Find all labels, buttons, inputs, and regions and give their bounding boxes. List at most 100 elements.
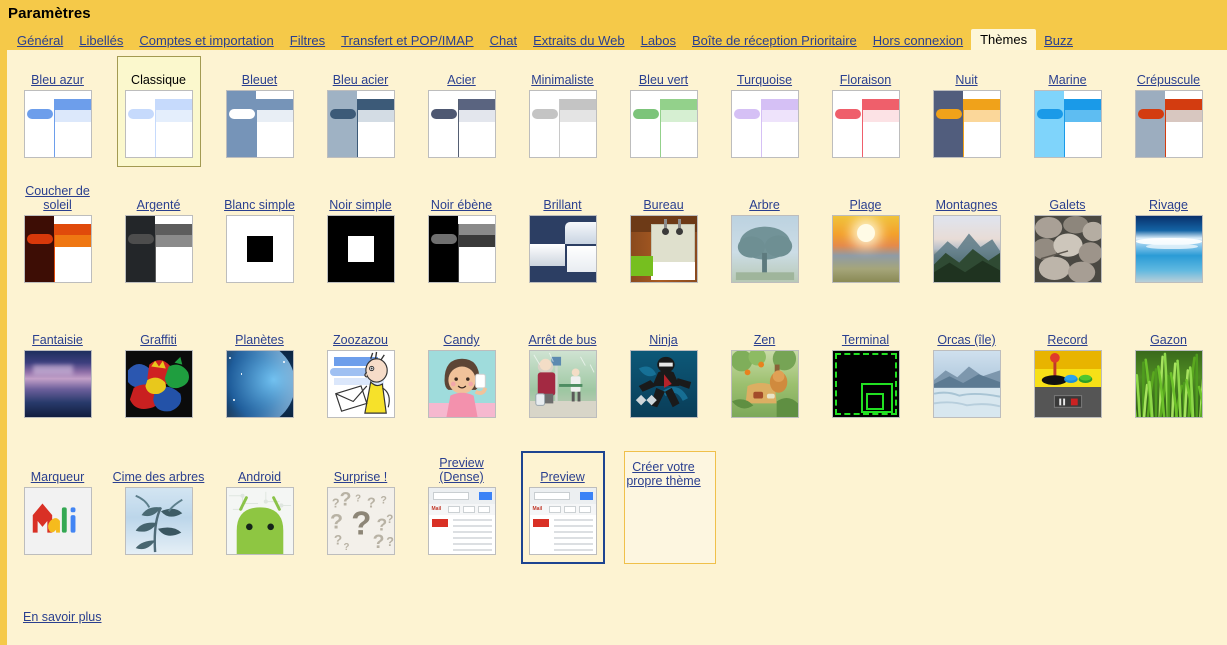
tab-g-n-ral[interactable]: Général [9,31,71,51]
theme-label[interactable]: Floraison [840,73,891,87]
theme-label[interactable]: Rivage [1149,198,1188,212]
theme-tile-blanc-simple[interactable]: Blanc simple [209,183,310,318]
theme-label[interactable]: Bleu azur [31,73,84,87]
tab-filtres[interactable]: Filtres [282,31,333,51]
theme-thumbnail-android[interactable] [225,487,294,555]
theme-tile-surprise[interactable]: Surprise ! ? ? ? ? ? ? ? ? ? ? ? ? ? [310,453,411,588]
theme-tile-bleu-acier[interactable]: Bleu acier [310,58,411,183]
theme-thumbnail-crépuscule[interactable] [1134,90,1203,158]
theme-thumbnail-zen[interactable] [730,350,799,418]
theme-tile-argenté[interactable]: Argenté [108,183,209,318]
theme-tile-arrêt-de-bus[interactable]: Arrêt de bus [512,318,613,453]
theme-label[interactable]: Zen [754,333,776,347]
tab-extraits-du-web[interactable]: Extraits du Web [525,31,633,51]
theme-thumbnail-rivage[interactable] [1134,215,1203,283]
theme-thumbnail-brillant[interactable] [528,215,597,283]
theme-label[interactable]: Turquoise [737,73,792,87]
theme-tile-plage[interactable]: Plage [815,183,916,318]
theme-thumbnail-acier[interactable] [427,90,496,158]
theme-label[interactable]: Plage [850,198,882,212]
theme-tile-graffiti[interactable]: Graffiti [108,318,209,453]
theme-label[interactable]: Cime des arbres [113,470,205,484]
theme-label[interactable]: Argenté [137,198,181,212]
theme-tile-android[interactable]: Android [209,453,310,588]
theme-label[interactable]: Graffiti [140,333,177,347]
theme-label[interactable]: Montagnes [936,198,998,212]
theme-thumbnail-candy[interactable] [427,350,496,418]
theme-thumbnail-bleu-azur[interactable] [23,90,92,158]
theme-label[interactable]: Surprise ! [334,470,388,484]
theme-tile-arbre[interactable]: Arbre [714,183,815,318]
theme-thumbnail-fantaisie[interactable] [23,350,92,418]
theme-label[interactable]: Orcas (île) [937,333,995,347]
theme-tile-minimaliste[interactable]: Minimaliste [512,58,613,183]
theme-thumbnail-planètes[interactable] [225,350,294,418]
theme-label[interactable]: Créer votre propre thème [622,460,706,488]
theme-tile-marqueur[interactable]: Marqueur [7,453,108,588]
theme-thumbnail-arrêt-de-bus[interactable] [528,350,597,418]
theme-thumbnail-nuit[interactable] [932,90,1001,158]
theme-label[interactable]: Android [238,470,281,484]
theme-tile-bureau[interactable]: Bureau [613,183,714,318]
theme-tile-crépuscule[interactable]: Crépuscule [1118,58,1219,183]
theme-thumbnail-coucher-de-soleil[interactable] [23,215,92,283]
theme-thumbnail-cime-des-arbres[interactable] [124,487,193,555]
theme-label[interactable]: Planètes [235,333,284,347]
theme-tile-fantaisie[interactable]: Fantaisie [7,318,108,453]
theme-thumbnail-argenté[interactable] [124,215,193,283]
theme-thumbnail-graffiti[interactable] [124,350,193,418]
theme-tile-ninja[interactable]: Ninja [613,318,714,453]
theme-label[interactable]: Preview (Dense) [416,456,508,484]
theme-thumbnail-zoozazou[interactable] [326,350,395,418]
theme-tile-cime-des-arbres[interactable]: Cime des arbres [108,453,209,588]
theme-label[interactable]: Minimaliste [531,73,594,87]
theme-tile-record[interactable]: Record [1017,318,1118,453]
theme-thumbnail-minimaliste[interactable] [528,90,597,158]
theme-tile-preview[interactable]: Preview Mail [512,451,613,588]
theme-tile-candy[interactable]: Candy [411,318,512,453]
theme-thumbnail-bleu-acier[interactable] [326,90,395,158]
theme-thumbnail-bureau[interactable] [629,215,698,283]
theme-label[interactable]: Noir ébène [431,198,492,212]
theme-tile-orcas-île[interactable]: Orcas (île) [916,318,1017,453]
theme-thumbnail-montagnes[interactable] [932,215,1001,283]
theme-label[interactable]: Acier [447,73,475,87]
theme-thumbnail-surprise[interactable]: ? ? ? ? ? ? ? ? ? ? ? ? ? [326,487,395,555]
tab-th-mes[interactable]: Thèmes [971,29,1037,51]
theme-tile-rivage[interactable]: Rivage [1118,183,1219,318]
theme-thumbnail-bleuet[interactable] [225,90,294,158]
theme-tile-noir-ébène[interactable]: Noir ébène [411,183,512,318]
theme-tile-gazon[interactable]: Gazon [1118,318,1219,453]
theme-tile-bleu-vert[interactable]: Bleu vert [613,58,714,183]
theme-label[interactable]: Candy [443,333,479,347]
theme-tile-bleuet[interactable]: Bleuet [209,58,310,183]
theme-label[interactable]: Marqueur [31,470,85,484]
tab-chat[interactable]: Chat [482,31,525,51]
theme-thumbnail-preview[interactable]: Mail [528,487,597,555]
theme-tile-galets[interactable]: Galets [1017,183,1118,318]
theme-thumbnail-marqueur[interactable] [23,487,92,555]
tab-hors-connexion[interactable]: Hors connexion [865,31,971,51]
theme-tile-planètes[interactable]: Planètes [209,318,310,453]
tab-transfert-et-pop-imap[interactable]: Transfert et POP/IMAP [333,31,481,51]
tab-bo-te-de-r-ception-prioritaire[interactable]: Boîte de réception Prioritaire [684,31,865,51]
theme-tile-brillant[interactable]: Brillant [512,183,613,318]
theme-label[interactable]: Crépuscule [1137,73,1200,87]
theme-label[interactable]: Nuit [955,73,977,87]
theme-tile-zen[interactable]: Zen [714,318,815,453]
theme-label[interactable]: Ninja [649,333,678,347]
theme-thumbnail-ninja[interactable] [629,350,698,418]
theme-tile-preview-dense[interactable]: Preview (Dense) Mail [411,453,512,588]
theme-thumbnail-classique[interactable] [124,90,193,158]
theme-label[interactable]: Galets [1049,198,1085,212]
tab-libell-s[interactable]: Libellés [71,31,131,51]
theme-label[interactable]: Bureau [643,198,683,212]
theme-thumbnail-arbre[interactable] [730,215,799,283]
theme-thumbnail-gazon[interactable] [1134,350,1203,418]
theme-tile-noir-simple[interactable]: Noir simple [310,183,411,318]
theme-thumbnail-plage[interactable] [831,215,900,283]
learn-more-link[interactable]: En savoir plus [23,610,102,624]
theme-label[interactable]: Blanc simple [224,198,295,212]
theme-tile-terminal[interactable]: Terminal [815,318,916,453]
theme-thumbnail-preview-dense[interactable]: Mail [427,487,496,555]
